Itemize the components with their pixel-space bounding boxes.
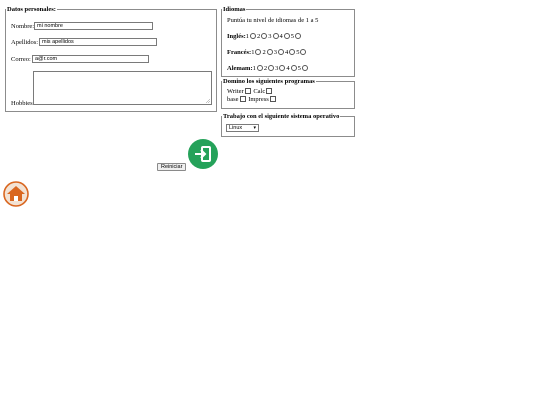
program-label: Writer: [227, 88, 244, 95]
checkbox-base[interactable]: [239, 96, 246, 102]
home-link[interactable]: [3, 181, 29, 207]
os-select[interactable]: Linux ▾: [226, 124, 259, 132]
checkbox-writer[interactable]: [244, 88, 251, 94]
radio-french-2[interactable]: [266, 49, 273, 55]
radio-french-3[interactable]: [277, 49, 284, 55]
surname-input[interactable]: [39, 38, 157, 46]
radio-french-4[interactable]: [289, 49, 296, 55]
radio-french-1[interactable]: [255, 49, 262, 55]
language-label: Alemam:: [227, 65, 253, 72]
radio-german-3[interactable]: [279, 65, 286, 71]
enter-icon: [195, 146, 211, 162]
radio-french-5[interactable]: [300, 49, 307, 55]
home-icon: [3, 181, 29, 207]
radio-german-5[interactable]: [301, 65, 308, 71]
option-label: 1: [252, 65, 256, 72]
option-label: 2: [263, 65, 268, 72]
radio-german-1[interactable]: [256, 65, 263, 71]
os-selected-value: Linux: [229, 125, 243, 131]
radio-german-4[interactable]: [290, 65, 297, 71]
option-label: 3: [273, 49, 277, 56]
option-label: 4: [286, 65, 290, 72]
radio-english-1[interactable]: [250, 33, 257, 39]
programs-legend: Domino los siguientes programas: [223, 78, 315, 85]
languages-intro: Puntúa tu nivel de idiomas de 1 a 5: [227, 17, 319, 24]
language-label: Inglés:: [227, 33, 246, 40]
language-row-french: Francés:1 2 3 4 5: [227, 49, 307, 57]
radio-english-2[interactable]: [261, 33, 268, 39]
resize-grip-icon[interactable]: [206, 99, 210, 103]
option-label: 1: [245, 33, 250, 40]
os-legend: Trabajo con el siguiente sistema operati…: [223, 113, 340, 120]
option-label: 5: [297, 65, 301, 72]
option-label: 1: [251, 49, 255, 56]
option-label: 3: [275, 65, 279, 72]
hobbies-label: Hobbies: [11, 100, 33, 107]
chevron-down-icon: ▾: [253, 125, 256, 131]
personal-data-legend: Datos personales:: [7, 6, 56, 13]
submit-button[interactable]: [188, 139, 218, 169]
radio-german-2[interactable]: [268, 65, 275, 71]
programs-row-2: base Impress: [227, 96, 277, 104]
radio-english-4[interactable]: [283, 33, 290, 39]
email-input[interactable]: [32, 55, 149, 63]
hobbies-textarea[interactable]: [33, 71, 212, 105]
radio-english-5[interactable]: [295, 33, 302, 39]
languages-legend: Idiomas: [223, 6, 246, 13]
checkbox-impress[interactable]: [269, 96, 276, 102]
name-input[interactable]: [34, 22, 153, 30]
option-label: 4: [284, 49, 289, 56]
radio-english-3[interactable]: [272, 33, 279, 39]
option-label: 3: [268, 33, 272, 40]
language-row-english: Inglés:1 2 3 4 5: [227, 33, 302, 41]
language-label: Francés:: [227, 49, 252, 56]
program-label: Impress: [248, 96, 269, 103]
checkbox-calc[interactable]: [266, 88, 273, 94]
email-label: Correo:: [11, 56, 31, 63]
reset-button[interactable]: Reiniciar: [157, 163, 186, 171]
option-label: 2: [262, 49, 266, 56]
option-label: 5: [290, 33, 295, 40]
program-label: base: [227, 96, 239, 103]
language-row-german: Alemam:1 2 3 4 5: [227, 65, 309, 73]
program-label: Calc: [253, 88, 266, 95]
option-label: 5: [296, 49, 300, 56]
surname-label: Apellidos:: [11, 39, 39, 46]
name-label: Nombre:: [11, 23, 35, 30]
programs-row-1: Writer Calc: [227, 88, 273, 96]
option-label: 4: [279, 33, 283, 40]
option-label: 2: [257, 33, 261, 40]
